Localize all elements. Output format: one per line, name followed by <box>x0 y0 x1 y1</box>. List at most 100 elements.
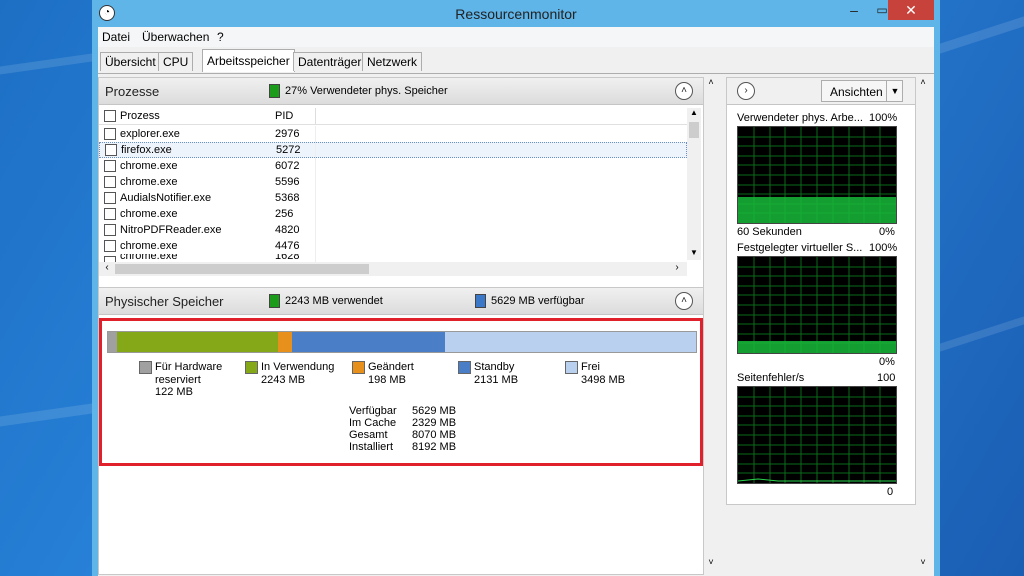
table-row[interactable]: chrome.exe 5596 <box>99 174 687 190</box>
graph-fill <box>738 197 896 223</box>
process-name: chrome.exe <box>120 176 178 188</box>
collapse-chevron-icon[interactable]: ˄ <box>675 292 693 310</box>
column-divider <box>315 126 316 266</box>
graph3-page-faults <box>737 386 897 484</box>
scroll-thumb[interactable] <box>689 122 699 138</box>
desktop-light-stripe <box>940 316 1024 352</box>
process-name: AudialsNotifier.exe <box>120 192 212 204</box>
scroll-down-icon[interactable]: ˅ <box>704 557 718 569</box>
row-checkbox[interactable] <box>105 144 117 156</box>
memory-segment-hardware <box>108 332 117 352</box>
graph-canvas <box>738 387 896 483</box>
memory-usage-bar <box>107 331 697 353</box>
right-pane-scrollbar[interactable]: ˄ ˅ <box>916 77 930 573</box>
summary-label-installed: Installiert <box>349 441 394 453</box>
inuse-legend-swatch <box>245 361 258 374</box>
graph1-title: Verwendeter phys. Arbe... <box>737 112 863 124</box>
process-pid: 256 <box>275 208 294 220</box>
table-row[interactable]: AudialsNotifier.exe 5368 <box>99 190 687 206</box>
expand-chevron-icon[interactable]: › <box>737 82 755 100</box>
row-checkbox[interactable] <box>104 208 116 220</box>
scroll-thumb[interactable] <box>115 264 369 274</box>
memory-segment-modified <box>278 332 292 352</box>
graph1-max: 100% <box>869 112 898 124</box>
scroll-up-icon[interactable]: ▲ <box>687 108 701 120</box>
views-dropdown[interactable]: Ansichten ▼ <box>821 80 903 102</box>
left-pane-scrollbar[interactable]: ˄ ˅ <box>704 77 718 573</box>
modified-legend-value: 198 MB <box>368 374 406 386</box>
process-name: chrome.exe <box>120 208 178 220</box>
tab-datentraeger[interactable]: Datenträger <box>293 52 367 71</box>
scroll-down-icon[interactable]: ▼ <box>687 248 701 260</box>
process-pid: 4820 <box>275 224 300 236</box>
desktop-light-stripe <box>0 53 92 75</box>
scroll-left-icon[interactable]: ‹ <box>101 262 113 276</box>
graphs-header: › Ansichten ▼ <box>727 78 915 105</box>
menu-ueberwachen[interactable]: Überwachen <box>142 30 209 44</box>
row-checkbox[interactable] <box>104 176 116 188</box>
menu-bar: Datei Überwachen ? <box>98 27 934 47</box>
graph-canvas <box>738 257 896 353</box>
table-row[interactable]: chrome.exe 256 <box>99 206 687 222</box>
column-header-pid[interactable]: PID <box>275 110 293 122</box>
memory-segment-free <box>445 332 696 352</box>
row-checkbox[interactable] <box>104 240 116 252</box>
used-memory-status: 2243 MB verwendet <box>285 295 383 307</box>
collapse-chevron-icon[interactable]: ˄ <box>675 82 693 100</box>
window-title: Ressourcenmonitor <box>455 6 577 22</box>
row-checkbox[interactable] <box>104 192 116 204</box>
vertical-scrollbar[interactable]: ▲ ▼ <box>687 108 701 260</box>
tab-cpu[interactable]: CPU <box>158 52 194 71</box>
row-checkbox[interactable] <box>104 128 116 140</box>
title-bar[interactable]: ◔ Ressourcenmonitor – ▭ ✕ <box>92 0 940 27</box>
views-dropdown-label: Ansichten <box>830 85 883 99</box>
free-legend-value: 3498 MB <box>581 374 626 386</box>
row-checkbox[interactable] <box>104 224 116 236</box>
tab-uebersicht[interactable]: Übersicht <box>100 52 161 71</box>
column-divider <box>315 108 316 124</box>
standby-legend-value: 2131 MB <box>474 374 519 386</box>
modified-legend-label: Geändert <box>368 361 414 373</box>
tab-arbeitsspeicher[interactable]: Arbeitsspeicher <box>202 49 295 72</box>
scroll-up-icon[interactable]: ˄ <box>704 77 718 89</box>
tab-netzwerk[interactable]: Netzwerk <box>362 52 423 71</box>
scroll-right-icon[interactable]: › <box>671 262 683 276</box>
physical-memory-header[interactable]: Physischer Speicher 2243 MB verwendet 56… <box>99 288 703 315</box>
table-row[interactable]: chrome.exe 1628 <box>99 254 687 262</box>
process-pid: 2976 <box>275 128 300 140</box>
process-pid: 5368 <box>275 192 300 204</box>
green-status-icon <box>269 84 280 98</box>
desktop-light-stripe <box>0 403 92 427</box>
table-row-selected[interactable]: firefox.exe 5272 <box>99 142 687 158</box>
horizontal-scrollbar[interactable]: ‹ › <box>99 262 687 276</box>
select-all-checkbox[interactable] <box>104 110 116 122</box>
close-button[interactable]: ✕ <box>888 0 934 20</box>
summary-value-installed: 8192 MB <box>412 441 457 453</box>
graph1-footer: 60 Sekunden <box>737 226 802 238</box>
process-name: NitroPDFReader.exe <box>120 224 222 236</box>
menu-help[interactable]: ? <box>217 30 224 44</box>
table-row[interactable]: explorer.exe 2976 <box>99 126 687 142</box>
graph2-max: 100% <box>869 242 898 254</box>
scroll-down-icon[interactable]: ˅ <box>916 557 930 569</box>
scroll-up-icon[interactable]: ˄ <box>916 77 930 89</box>
processes-header[interactable]: Prozesse 27% Verwendeter phys. Speicher … <box>99 78 703 105</box>
process-pid: 6072 <box>275 160 300 172</box>
processes-panel: Prozesse 27% Verwendeter phys. Speicher … <box>98 77 704 309</box>
column-header-process[interactable]: Prozess <box>120 110 160 122</box>
menu-datei[interactable]: Datei <box>102 30 130 44</box>
standby-legend-label: Standby <box>474 361 515 373</box>
row-checkbox[interactable] <box>104 160 116 172</box>
process-pid: 4476 <box>275 240 300 252</box>
graph-canvas <box>738 127 896 223</box>
minimize-button[interactable]: – <box>840 0 868 20</box>
graph-fill <box>738 341 896 353</box>
process-table-header: Prozess PID <box>99 108 687 125</box>
table-row[interactable]: chrome.exe 6072 <box>99 158 687 174</box>
table-row[interactable]: chrome.exe 4476 <box>99 238 687 254</box>
graph1-min: 0% <box>879 226 895 238</box>
dropdown-arrow-icon[interactable]: ▼ <box>886 81 903 101</box>
summary-value-total: 8070 MB <box>412 429 457 441</box>
graphs-panel: › Ansichten ▼ Verwendeter phys. Arbe... … <box>726 77 916 505</box>
table-row[interactable]: NitroPDFReader.exe 4820 <box>99 222 687 238</box>
